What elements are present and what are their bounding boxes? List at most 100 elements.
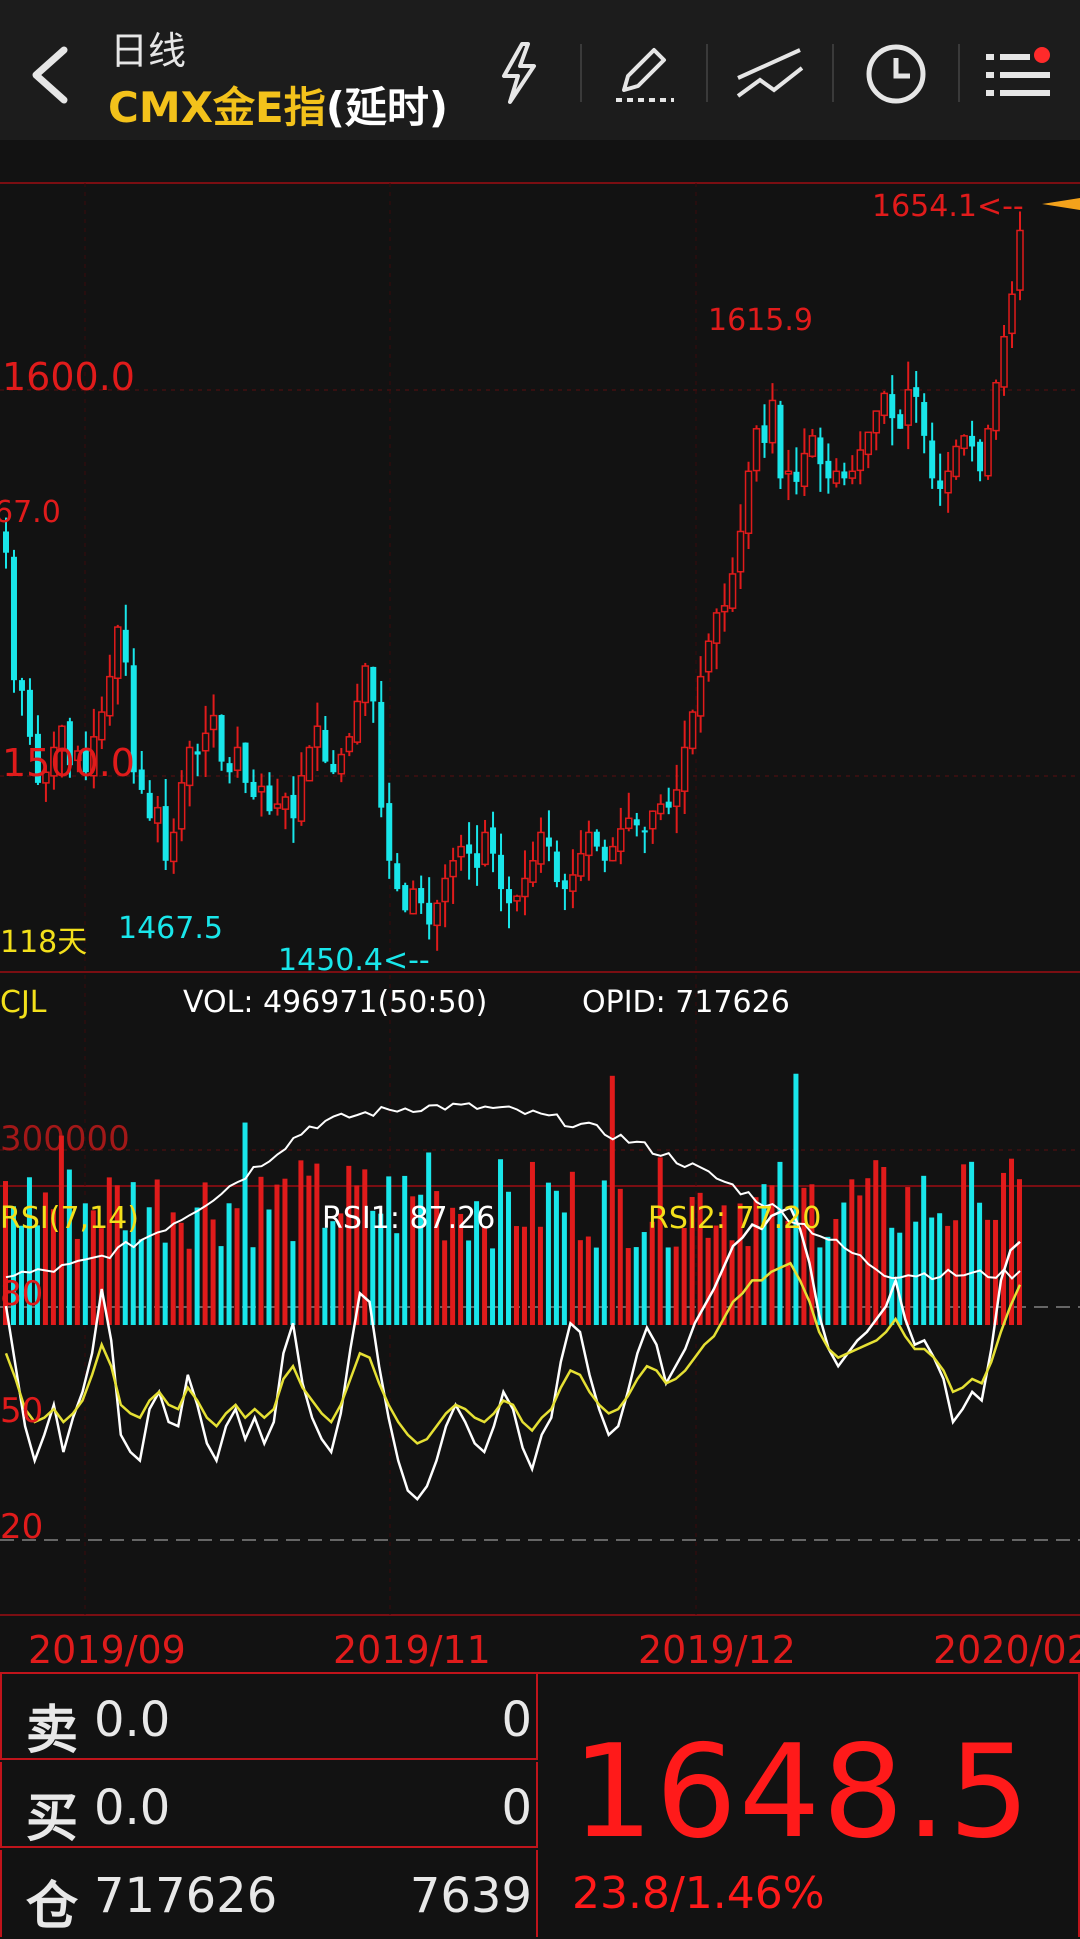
volume-bar [426, 1152, 432, 1325]
volume-bar [402, 1175, 408, 1325]
candle-body [322, 729, 329, 762]
candle-body [817, 437, 824, 465]
candle-body [273, 803, 282, 809]
candle-body [513, 895, 521, 902]
pen-draw-icon[interactable] [604, 38, 684, 108]
candle-body [777, 404, 784, 479]
sell-price: 0.0 [94, 1692, 171, 1748]
peak-price-label: 1615.9 [708, 303, 813, 338]
candle-body [201, 732, 210, 752]
candle-body [585, 831, 593, 857]
candle-body [98, 711, 106, 741]
lightning-icon[interactable] [478, 38, 558, 108]
candle-body [800, 452, 809, 488]
volume-bar [969, 1161, 975, 1325]
volume-bar [490, 1248, 496, 1325]
candlestick-series [3, 211, 1024, 951]
volume-bar [785, 1220, 791, 1325]
candle-body [856, 449, 865, 472]
volume-bar [921, 1175, 927, 1325]
candle-body [553, 851, 560, 883]
chart-area[interactable]: 1654.1<-- 1615.9 1600.0 67.0 1500.0 1467… [0, 140, 1080, 1670]
volume-bar [442, 1240, 448, 1325]
volume-bar [210, 1219, 216, 1325]
candle-body [712, 612, 721, 644]
last-price: 1648.5 [572, 1718, 1032, 1867]
left-edge-price-label: 67.0 [0, 495, 61, 530]
candle-body [242, 742, 249, 783]
candle-body [402, 885, 409, 911]
volume-bar [841, 1202, 847, 1325]
rsi-level-80: 80 [0, 1274, 43, 1314]
volume-bar [569, 1171, 575, 1325]
volume-bar [234, 1208, 240, 1325]
volume-bar [146, 1207, 152, 1325]
sell-row[interactable]: 卖 0.0 0 [0, 1674, 538, 1761]
buy-row[interactable]: 买 0.0 0 [0, 1762, 538, 1849]
date-axis-label: 2019/09 [28, 1628, 186, 1672]
volume-bar [713, 1225, 719, 1325]
rsi1-value: RSI1: 87.26 [322, 1201, 495, 1236]
candle-body [672, 789, 681, 808]
candle-body [808, 435, 817, 457]
volume-bar [881, 1166, 887, 1325]
candle-body [617, 828, 625, 853]
price-change: 23.8/1.46% [572, 1868, 825, 1919]
candle-body [641, 830, 648, 833]
candle-body [361, 665, 370, 704]
candle-body [841, 471, 848, 479]
volume-bar [617, 1188, 623, 1325]
volume-bar [498, 1159, 504, 1325]
volume-bar [681, 1228, 687, 1325]
rsi-level-20: 20 [0, 1507, 43, 1547]
candle-body [593, 831, 600, 847]
candle-body [992, 382, 1000, 432]
volume-bar [929, 1217, 935, 1325]
volume-bar [793, 1073, 799, 1325]
volume-bar [777, 1161, 783, 1325]
candle-body [177, 782, 186, 830]
buy-quantity: 0 [501, 1780, 532, 1836]
volume-bar [282, 1178, 288, 1325]
candle-body [1016, 229, 1024, 291]
volume-bar [897, 1232, 903, 1325]
volume-bar [362, 1169, 368, 1325]
volume-bar [537, 1226, 543, 1325]
volume-axis-label: 300000 [0, 1119, 130, 1159]
volume-bar [657, 1157, 663, 1325]
candle-body [561, 880, 568, 890]
volume-bar [937, 1213, 943, 1325]
volume-bar [162, 1242, 168, 1325]
candle-body [537, 831, 545, 865]
trendline-icon[interactable] [730, 38, 810, 108]
date-axis-label: 2019/12 [638, 1628, 796, 1672]
candle-body [297, 775, 306, 822]
clock-icon[interactable] [856, 38, 936, 108]
volume-bar [585, 1236, 591, 1325]
candle-body [345, 736, 354, 753]
volume-bar [186, 1248, 192, 1325]
candle-body [656, 803, 665, 815]
candle-body [752, 428, 761, 472]
volume-bar [258, 1176, 264, 1325]
candle-body [218, 715, 225, 762]
candle-body [257, 785, 266, 793]
volume-bar [945, 1225, 951, 1325]
volume-bar [593, 1247, 599, 1325]
candle-body [490, 827, 497, 854]
candle-body [18, 680, 25, 691]
candle-body [521, 877, 529, 898]
volume-bar [178, 1222, 184, 1325]
kline-chart[interactable]: 1654.1<-- 1615.9 1600.0 67.0 1500.0 1467… [0, 140, 1080, 1670]
candle-body [449, 860, 457, 878]
candle-body [904, 389, 912, 426]
candle-body [466, 844, 473, 854]
top-bar: 日线 CMX金E指(延时) [0, 0, 1080, 140]
volume-bar [314, 1163, 320, 1325]
candle-body [433, 902, 441, 927]
volume-bar [154, 1179, 160, 1325]
candle-body [185, 746, 194, 787]
back-arrow-icon[interactable] [22, 40, 82, 110]
current-price-marker [1042, 198, 1080, 210]
volume-bar [466, 1240, 472, 1325]
